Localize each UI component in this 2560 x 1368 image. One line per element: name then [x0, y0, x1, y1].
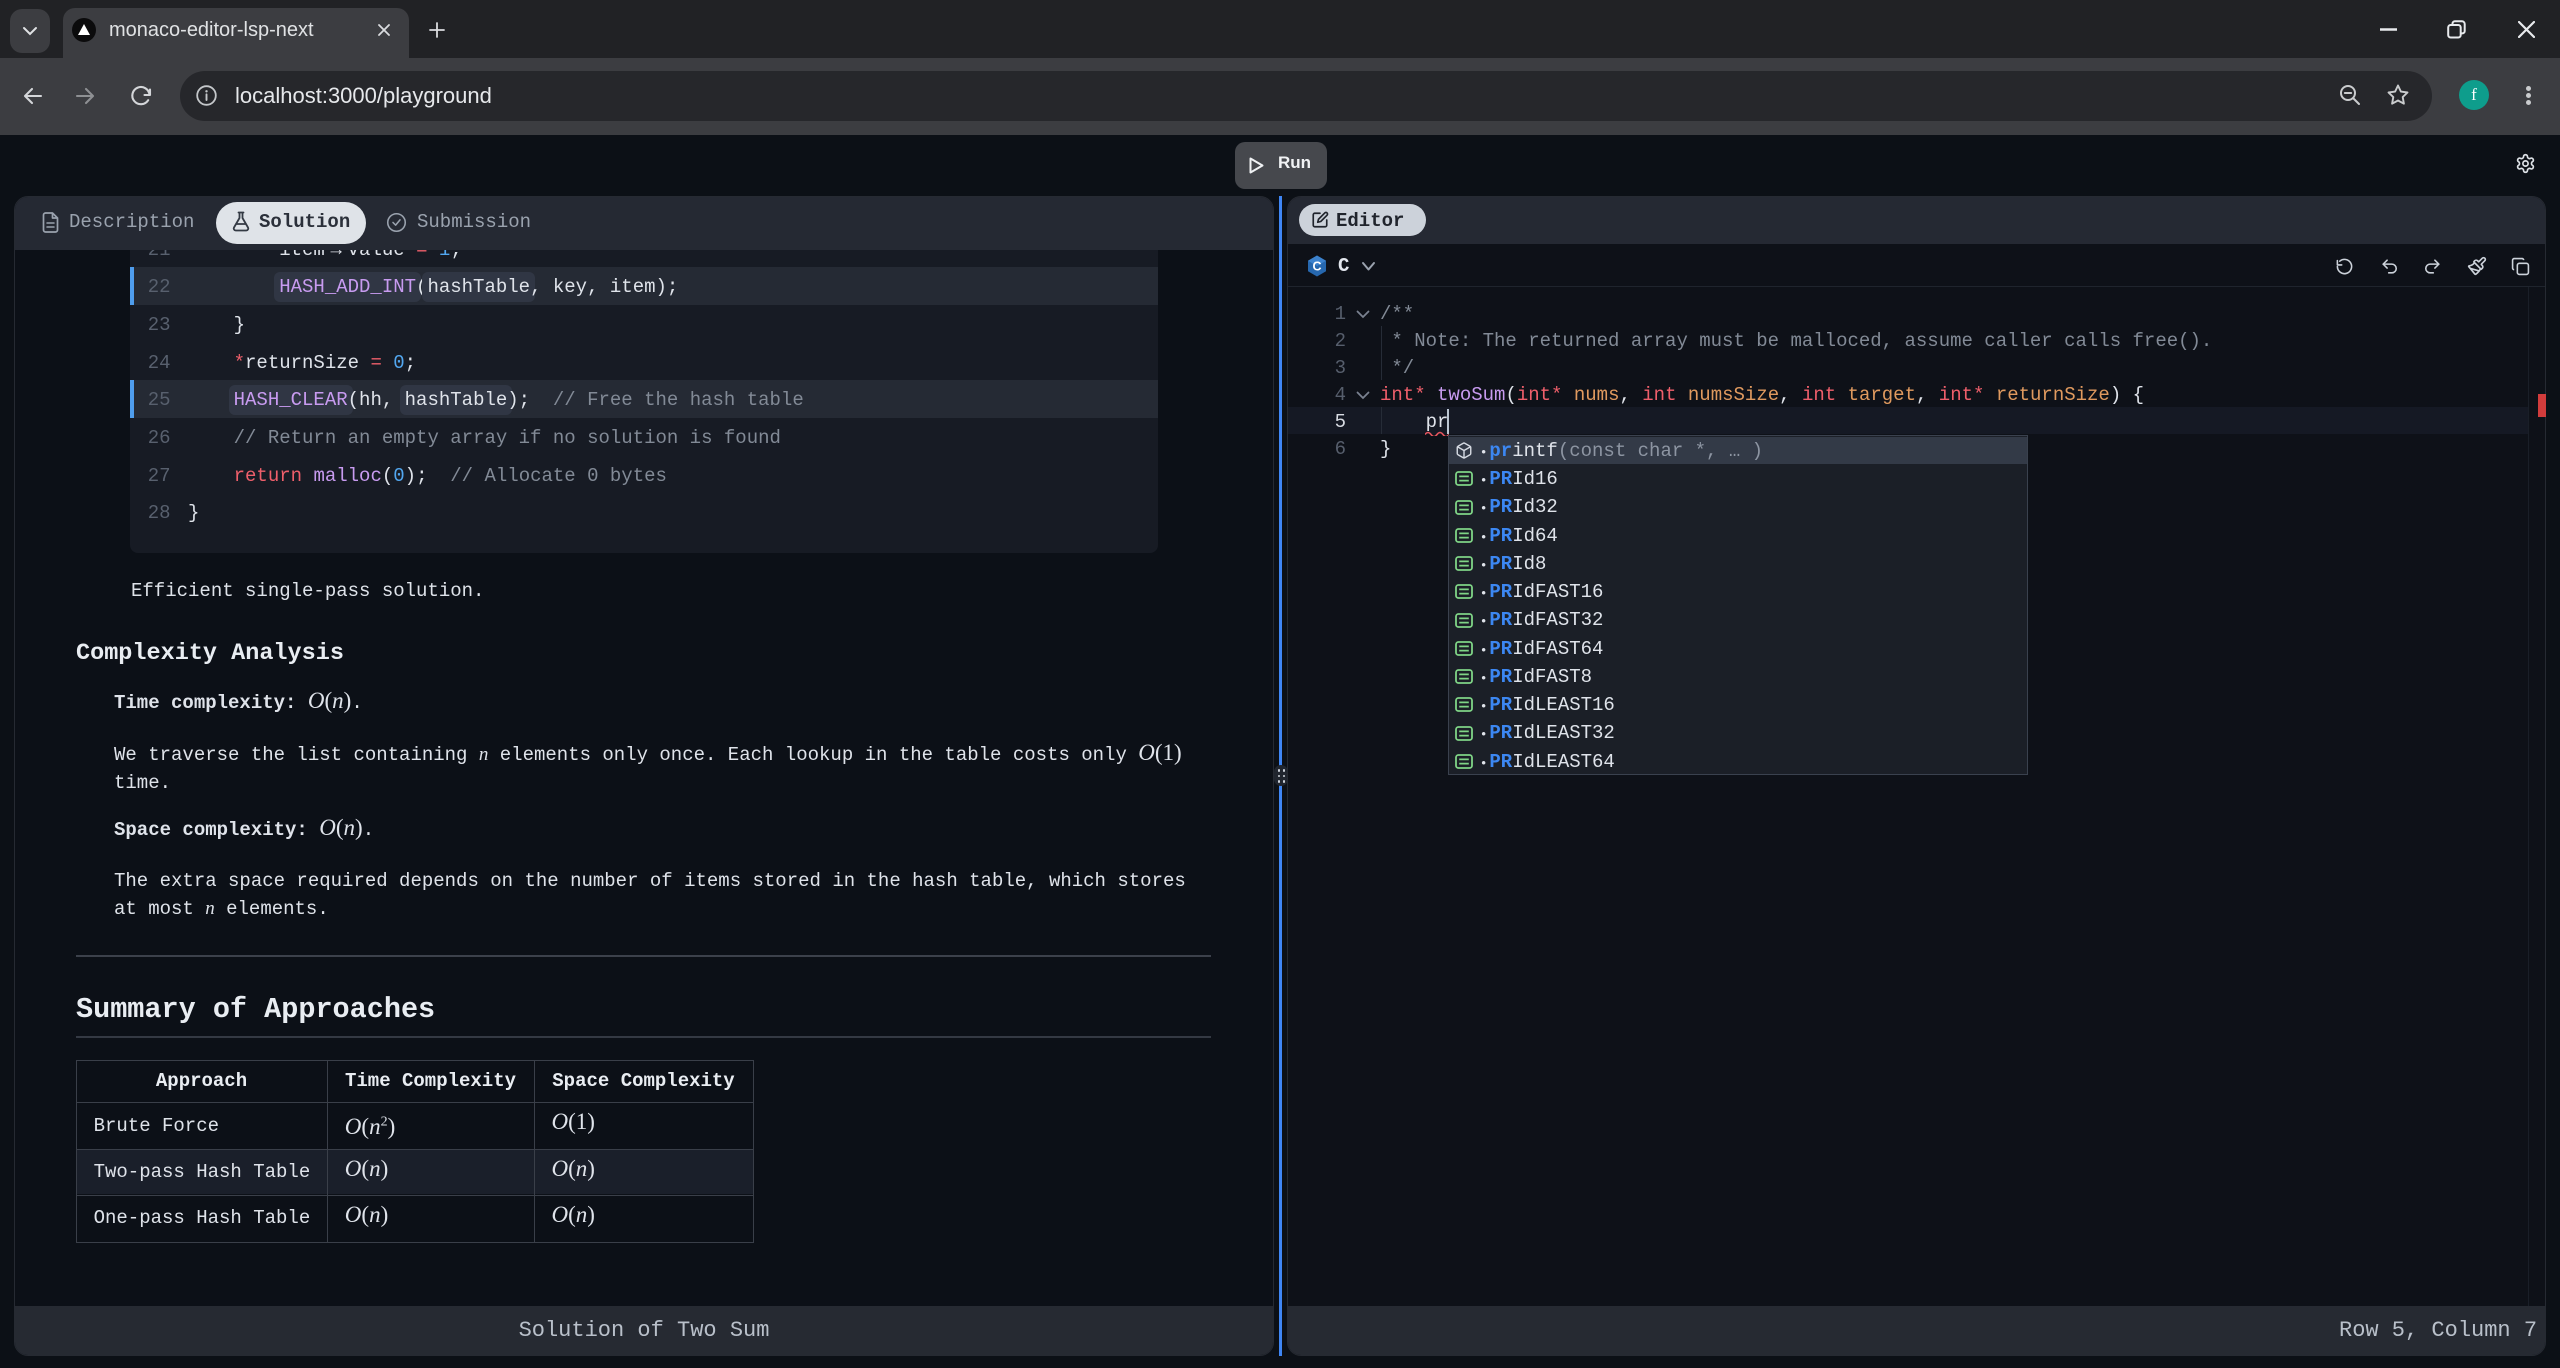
svg-text:C: C	[1312, 260, 1321, 274]
